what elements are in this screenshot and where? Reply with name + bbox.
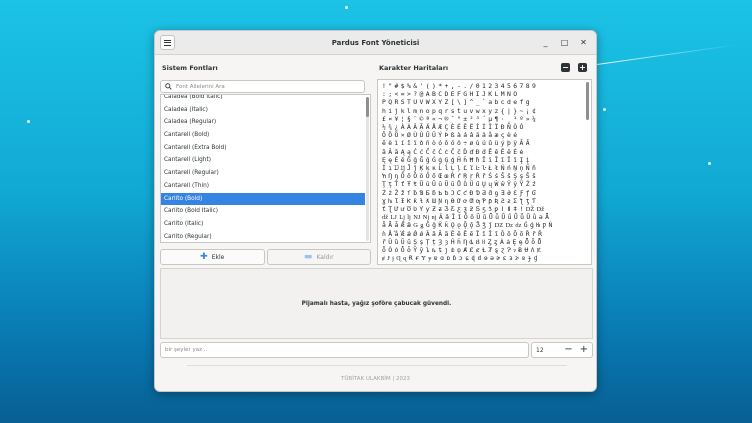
font-list-item[interactable]: Caladea (Bold Italic) xyxy=(161,95,365,104)
minus-icon: ▬ xyxy=(303,251,313,262)
close-button[interactable]: ✕ xyxy=(577,35,590,50)
remove-font-label: Kaldır xyxy=(316,253,334,261)
footer-credit: TÜBİTAK ULAKBİM | 2023 xyxy=(341,376,410,382)
font-list-items: Caladea (Bold Italic) Caladea (Italic) Cal… xyxy=(161,95,370,242)
charmap-zoom-controls: − + xyxy=(561,63,587,72)
character-map[interactable]: !"#$%&'()*+,-./0123456789:;<=>?@ABCDEFGH… xyxy=(377,79,592,265)
font-list-item[interactable]: Carlito (Bold Italic) xyxy=(161,205,365,218)
desktop-star xyxy=(27,120,30,123)
font-size-spinner[interactable]: 12 − + xyxy=(531,342,593,358)
charmap-row: āĂăĄąĆćĈĉĊċČčĎďĐđĒēĔĕĖė xyxy=(382,147,526,156)
charmap-row: ȭȮȯȰȱȲȳȴȵȶȷȸȹȺȻȼȽȾȿɀɁɂɃɄɅɆ xyxy=(382,246,544,255)
minimize-button[interactable]: _ xyxy=(539,35,552,50)
charmap-row: ǟǠǡǢǣǤǥǦǧǨǩǪǫǬǭǮǯǰǱǲǳǴǵǶǷǸ xyxy=(382,221,555,230)
footer-divider xyxy=(187,365,567,366)
desktop-star xyxy=(708,162,711,165)
charmap-row: ƔƕƖƗƘƙƚƛƜƝƞƟƠơƢƣƤƥƦƧƨƩƪƫƬ xyxy=(382,196,539,205)
charmap-row: £¤¥¦§¨©ª«¬®¯°±²³´µ¶·¸¹º»¼ xyxy=(382,114,539,123)
font-list-item[interactable]: Carlito (Italic) xyxy=(161,218,365,231)
preview-input-row: 12 − + xyxy=(160,342,593,358)
charmap-row: ĘęĚěĜĝĞğĠġĢģĤĥĦħĨĩĪīĬĭĮį xyxy=(382,155,532,164)
decrease-size-button[interactable]: − xyxy=(564,345,572,355)
zoom-out-button[interactable]: − xyxy=(561,63,570,72)
charmap-scrollbar[interactable] xyxy=(586,82,589,120)
font-list-item[interactable]: Carlito (Regular) xyxy=(161,231,365,242)
preview-text-input[interactable] xyxy=(165,347,528,353)
zoom-in-button[interactable]: + xyxy=(578,63,587,72)
font-preview-area: Pijamalı hasta, yağız şoföre çabucak güv… xyxy=(160,268,593,339)
app-window: Pardus Font Yöneticisi _ □ ✕ Sistem Font… xyxy=(154,30,597,392)
title-bar: Pardus Font Yöneticisi _ □ ✕ xyxy=(155,31,596,55)
font-list-item[interactable]: Caladea (Italic) xyxy=(161,104,365,117)
charmap-row: PQRSTUVWXYZ[\]^_`abcdefg xyxy=(382,98,532,107)
charmap-row: ɇɈɉɊɋɌɍɎɏɐɑɒɓɔɕɖɗɘəɚɛɜɝɞɟɠ xyxy=(382,254,541,263)
font-list-item[interactable]: Carlito (Bold) xyxy=(161,192,365,206)
preview-text-field[interactable] xyxy=(160,342,529,358)
font-list-item[interactable]: Cantarell (Regular) xyxy=(161,167,365,180)
add-font-button[interactable]: ✚ Ekle xyxy=(160,249,265,265)
charmap-row: :;<=>?@ABCDEFGHIJKLMNO xyxy=(382,90,520,99)
desktop-star xyxy=(345,6,348,9)
font-list-scrollbar[interactable] xyxy=(366,97,369,117)
font-list-item[interactable]: Cantarell (Bold) xyxy=(161,129,365,142)
charmap-row: hijklmnopqrstuvwxyz{|}~¡¢ xyxy=(382,106,539,115)
charmap-row: ȓȔȕȖȗȘșȚțȜȝȞȟȠȡȢȣȤȥȦȧȨȩȪȫȬ xyxy=(382,237,544,246)
font-size-stepper: − + xyxy=(564,345,588,355)
increase-size-button[interactable]: + xyxy=(580,345,588,355)
charmap-row: ŻżŽžſƀƁƂƃƄƅƆƇƈƉƊƋƌƍƎƏƐƑƒƓ xyxy=(382,188,539,197)
font-list-scroll-track[interactable] xyxy=(366,97,369,241)
window-title: Pardus Font Yöneticisi xyxy=(331,38,420,47)
desktop-streak xyxy=(596,44,736,65)
font-action-buttons: ✚ Ekle ▬ Kaldır xyxy=(160,249,371,265)
font-list-item[interactable]: Caladea (Regular) xyxy=(161,116,365,129)
remove-font-button[interactable]: ▬ Kaldır xyxy=(266,249,371,265)
preview-text: Pijamalı hasta, yağız şoföre çabucak güv… xyxy=(301,300,452,307)
maximize-button[interactable]: □ xyxy=(558,35,571,50)
system-fonts-heading: Sistem Fontları xyxy=(162,64,218,72)
font-family-list[interactable]: Caladea (Bold Italic) Caladea (Italic) Cal… xyxy=(160,94,371,243)
font-search-input[interactable] xyxy=(176,83,356,90)
charmap-row: ½¾¿ÀÁÂÃÄÅÆÇÈÉÊËÌÍÎÏÐÑÒÓ xyxy=(382,123,526,132)
font-list-item[interactable]: Cantarell (Light) xyxy=(161,154,365,167)
charmap-row: İıĲĳĴĵĶķĸĹĺĻļĽľĿŀŁłŃńŅņŇň xyxy=(382,164,539,173)
font-search-box[interactable] xyxy=(160,80,365,93)
charmap-row: !"#$%&'()*+,-./0123456789 xyxy=(382,82,539,90)
font-size-value[interactable]: 12 xyxy=(536,347,544,354)
hamburger-menu-button[interactable] xyxy=(160,35,175,50)
search-icon xyxy=(165,83,172,90)
add-font-label: Ekle xyxy=(211,253,225,261)
window-controls: _ □ ✕ xyxy=(539,35,590,50)
character-maps-heading: Karakter Haritaları xyxy=(379,64,449,72)
character-map-glyphs: !"#$%&'()*+,-./0123456789:;<=>?@ABCDEFGH… xyxy=(378,80,591,262)
desktop-star xyxy=(603,108,606,111)
charmap-row: ǹǺǻǼǽǾǿȀȁȂȃȄȅȆȇȈȉȊȋȌȍȎȏȐȑȒ xyxy=(382,229,545,238)
font-list-item[interactable]: Cantarell (Thin) xyxy=(161,180,365,193)
font-list-item[interactable]: Cantarell (Extra Bold) xyxy=(161,142,365,155)
charmap-row: ŢţŤťŦŧŨũŪūŬŭŮůŰűŲųŴŵŶŷŸŹź xyxy=(382,180,539,189)
charmap-row: êëìíîïðñòóôõö÷øùúûüýþÿĀĀ xyxy=(382,139,532,148)
plus-icon: ✚ xyxy=(200,251,208,262)
